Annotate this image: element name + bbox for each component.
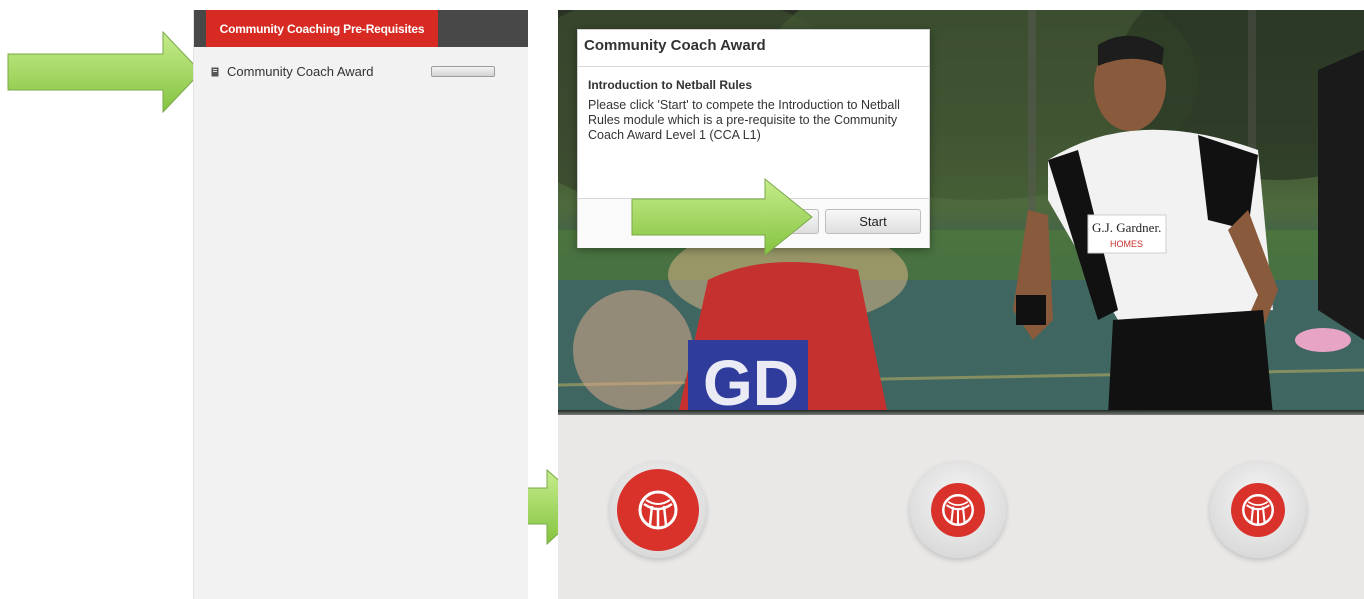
dialog-body: Please click 'Start' to compete the Intr… [588, 98, 900, 142]
module-panel [558, 415, 1364, 599]
course-sidebar: Community Coaching Pre-Requisites Commun… [193, 10, 528, 599]
jersey-subtext: HOMES [1110, 239, 1143, 249]
module-button-3[interactable] [1210, 462, 1306, 558]
callout-arrow-start-overlay [631, 177, 813, 257]
netball-icon [638, 490, 678, 530]
course-label: Community Coach Award [227, 64, 374, 79]
module-button-2[interactable] [910, 462, 1006, 558]
netball-icon [1242, 494, 1274, 526]
netball-icon [942, 494, 974, 526]
module-button-1[interactable] [610, 462, 706, 558]
start-button[interactable]: Start [825, 209, 921, 234]
bib-text: GD [703, 347, 799, 415]
course-progress-bar [431, 66, 495, 77]
dialog-title: Community Coach Award [578, 30, 929, 67]
jersey-text: G.J. Gardner. [1092, 220, 1161, 235]
callout-arrow-sidebar [7, 30, 202, 114]
tab-community-coaching-pre-requisites[interactable]: Community Coaching Pre-Requisites [206, 10, 438, 47]
sidebar-header: Community Coaching Pre-Requisites [194, 10, 528, 47]
document-icon [211, 67, 219, 77]
sidebar-item-community-coach-award[interactable]: Community Coach Award [194, 58, 528, 86]
dialog-subtitle: Introduction to Netball Rules [588, 78, 752, 92]
